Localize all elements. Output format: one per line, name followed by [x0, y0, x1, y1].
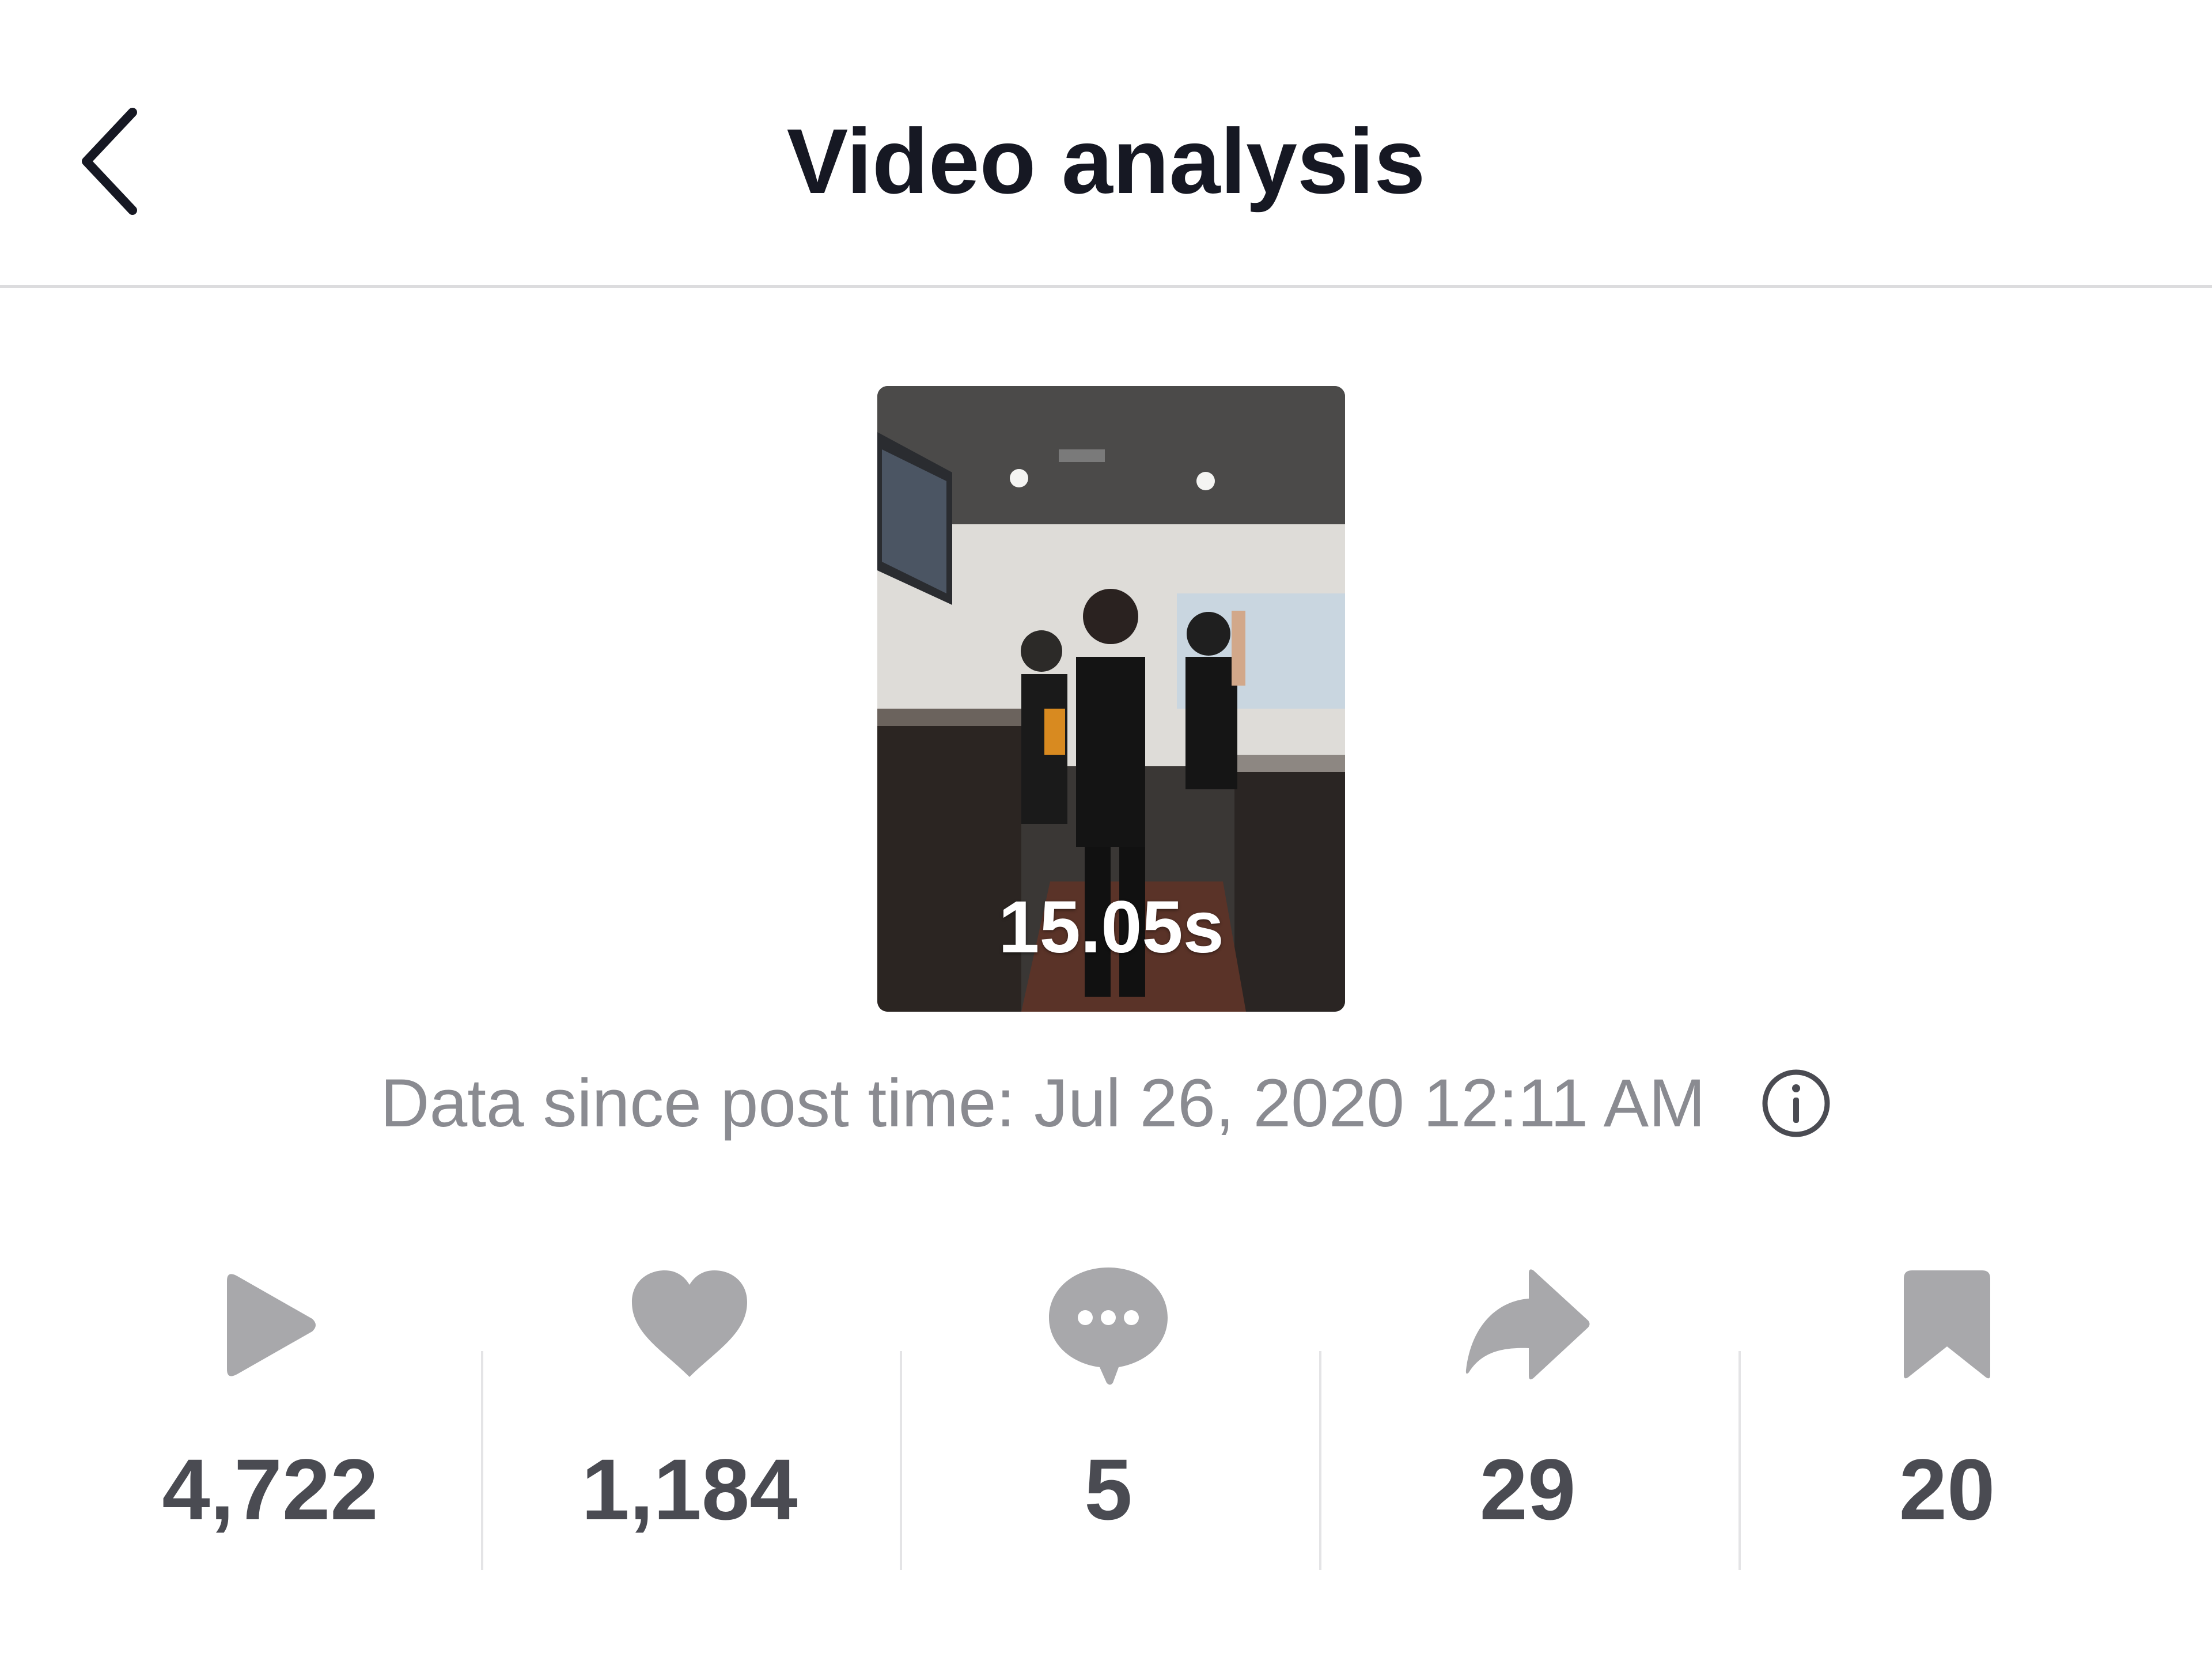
post-time-row: Data since post time: Jul 26, 2020 12:11… [0, 1066, 2212, 1141]
stat-favorites: 20 [1737, 1256, 2157, 1579]
stat-comments: 5 [899, 1256, 1318, 1579]
play-icon [227, 1274, 316, 1376]
stat-views-value: 4,722 [162, 1441, 378, 1538]
stat-shares-value: 29 [1479, 1441, 1576, 1538]
comment-icon [1049, 1267, 1168, 1385]
stat-favorites-value: 20 [1899, 1441, 1995, 1538]
stat-shares: 29 [1318, 1256, 1737, 1579]
post-time-text: Data since post time: Jul 26, 2020 12:11… [380, 1065, 1706, 1141]
video-analysis-screen: Video analysis 15.05s Data since post ti… [0, 0, 2212, 1661]
stats-row: 4,722 1,184 5 29 20 [0, 1256, 2212, 1579]
stat-likes: 1,184 [480, 1256, 899, 1579]
share-icon [1465, 1269, 1590, 1380]
header: Video analysis [0, 0, 2212, 288]
stat-views: 4,722 [60, 1256, 480, 1579]
stat-likes-value: 1,184 [581, 1441, 798, 1538]
stat-comments-value: 5 [1084, 1441, 1132, 1538]
info-icon[interactable] [1760, 1068, 1832, 1139]
heart-icon [632, 1270, 747, 1377]
page-title: Video analysis [786, 109, 1426, 213]
bookmark-icon [1904, 1270, 1990, 1379]
video-thumbnail[interactable]: 15.05s [877, 386, 1345, 1012]
video-duration: 15.05s [998, 886, 1224, 968]
